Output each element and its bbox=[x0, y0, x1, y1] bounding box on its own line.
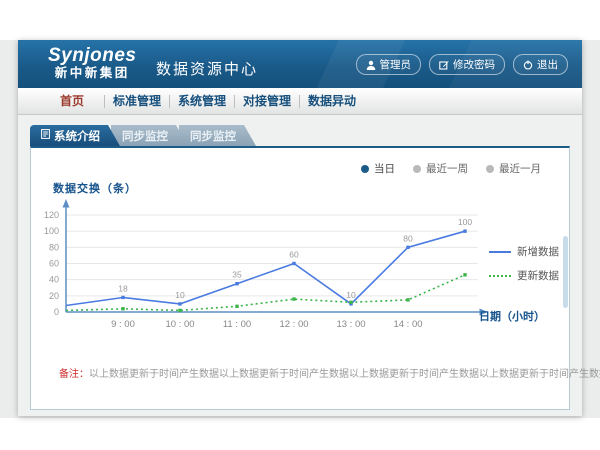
legend-item-new-data: 新增数据 bbox=[489, 244, 559, 259]
svg-text:10 : 00: 10 : 00 bbox=[165, 319, 194, 330]
logo-text-en: Synjones bbox=[48, 46, 136, 67]
svg-text:10: 10 bbox=[346, 290, 356, 300]
brand-logo: Synjones 新中新集团 bbox=[48, 46, 136, 81]
main-nav: 首页 标准管理 系统管理 对接管理 数据异动 bbox=[18, 88, 582, 115]
solid-line-icon bbox=[489, 251, 511, 253]
svg-text:80: 80 bbox=[403, 233, 413, 243]
svg-text:35: 35 bbox=[232, 270, 242, 280]
admin-user-button[interactable]: 管理员 bbox=[356, 54, 422, 75]
tab-sync-monitor-1[interactable]: 同步监控 bbox=[111, 125, 188, 146]
radio-dot-icon bbox=[413, 165, 421, 173]
logout-button[interactable]: 退出 bbox=[513, 54, 568, 75]
filter-label: 最近一周 bbox=[426, 161, 468, 176]
svg-text:10: 10 bbox=[175, 290, 185, 300]
svg-text:9 : 00: 9 : 00 bbox=[111, 319, 135, 330]
svg-text:20: 20 bbox=[49, 291, 59, 301]
svg-text:120: 120 bbox=[44, 210, 59, 220]
dotted-line-icon bbox=[489, 275, 511, 277]
nav-item-data-change[interactable]: 数据异动 bbox=[300, 93, 364, 109]
nav-item-home[interactable]: 首页 bbox=[40, 93, 104, 109]
filter-label: 最近一月 bbox=[499, 161, 541, 176]
edit-icon bbox=[439, 60, 449, 70]
svg-text:60: 60 bbox=[49, 259, 59, 269]
user-area: 管理员 修改密码 退出 bbox=[356, 54, 569, 75]
page-title: 数据资源中心 bbox=[156, 58, 258, 79]
scrollbar-thumb[interactable] bbox=[563, 236, 568, 308]
legend-label: 新增数据 bbox=[517, 244, 559, 259]
legend-item-updated-data: 更新数据 bbox=[489, 268, 559, 283]
filter-label: 当日 bbox=[374, 161, 395, 176]
app-header: Synjones 新中新集团 数据资源中心 管理员 修改密码 bbox=[18, 40, 582, 88]
svg-text:12 : 00: 12 : 00 bbox=[279, 319, 308, 330]
logo-text-cn: 新中新集团 bbox=[48, 67, 136, 81]
document-icon bbox=[41, 129, 50, 142]
tab-bar: 系统介绍 同步监控 同步监控 bbox=[30, 125, 247, 146]
tab-label: 系统介绍 bbox=[54, 128, 100, 144]
svg-text:11 : 00: 11 : 00 bbox=[223, 319, 251, 330]
x-axis-title: 日期（小时） bbox=[479, 308, 545, 324]
svg-text:18: 18 bbox=[118, 283, 128, 293]
svg-text:100: 100 bbox=[458, 217, 472, 227]
nav-item-standard-mgmt[interactable]: 标准管理 bbox=[105, 93, 169, 109]
svg-text:13 : 00: 13 : 00 bbox=[336, 319, 365, 330]
tab-system-intro[interactable]: 系统介绍 bbox=[30, 125, 120, 146]
time-range-filters: 当日 最近一周 最近一月 bbox=[361, 161, 541, 176]
tab-sync-monitor-2[interactable]: 同步监控 bbox=[179, 125, 256, 146]
svg-text:14 : 00: 14 : 00 bbox=[393, 319, 422, 330]
change-password-label: 修改密码 bbox=[453, 57, 495, 72]
filter-last-month[interactable]: 最近一月 bbox=[486, 161, 541, 176]
note-text: 以上数据更新于时间产生数据以上数据更新于时间产生数据以上数据更新于时间产生数据以… bbox=[89, 369, 600, 380]
svg-text:0: 0 bbox=[54, 307, 59, 317]
filter-today[interactable]: 当日 bbox=[361, 161, 395, 176]
line-chart: 0 20 40 60 80 100 120 9 : 00 10 : 00 11 : 00 12 : … bbox=[39, 194, 509, 336]
svg-text:100: 100 bbox=[44, 226, 59, 236]
app-window: Synjones 新中新集团 数据资源中心 管理员 修改密码 bbox=[18, 40, 582, 416]
change-password-button[interactable]: 修改密码 bbox=[429, 54, 505, 75]
chart-container: 0 20 40 60 80 100 120 9 : 00 10 : 00 11 : 00 12 : … bbox=[39, 194, 509, 336]
chart-legend: 新增数据 更新数据 bbox=[489, 244, 559, 283]
admin-user-label: 管理员 bbox=[380, 57, 412, 72]
content-area: 系统介绍 同步监控 同步监控 当日 最近一周 bbox=[18, 115, 582, 416]
radio-dot-icon bbox=[486, 165, 494, 173]
chart-panel: 当日 最近一周 最近一月 数据交换（条） 0204060801001209 : … bbox=[30, 146, 570, 410]
footer-note: 备注：以上数据更新于时间产生数据以上数据更新于时间产生数据以上数据更新于时间产生… bbox=[59, 365, 549, 380]
logout-label: 退出 bbox=[537, 57, 558, 72]
radio-dot-icon bbox=[361, 165, 369, 173]
nav-item-interface-mgmt[interactable]: 对接管理 bbox=[235, 93, 299, 109]
tab-label: 同步监控 bbox=[190, 128, 236, 144]
note-prefix: 备注： bbox=[59, 369, 89, 380]
svg-text:80: 80 bbox=[49, 242, 59, 252]
page-background: Synjones 新中新集团 数据资源中心 管理员 修改密码 bbox=[0, 40, 600, 418]
power-icon bbox=[523, 60, 533, 70]
tab-label: 同步监控 bbox=[122, 128, 168, 144]
nav-item-system-mgmt[interactable]: 系统管理 bbox=[170, 93, 234, 109]
legend-label: 更新数据 bbox=[517, 268, 559, 283]
svg-text:60: 60 bbox=[289, 250, 299, 260]
user-icon bbox=[366, 60, 376, 70]
svg-text:40: 40 bbox=[49, 275, 59, 285]
filter-last-week[interactable]: 最近一周 bbox=[413, 161, 468, 176]
